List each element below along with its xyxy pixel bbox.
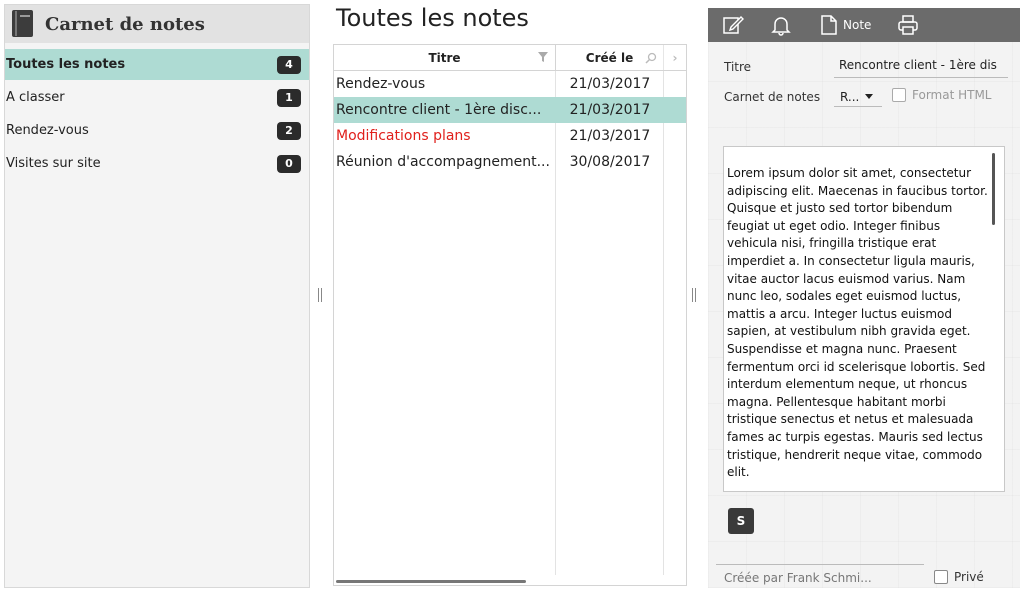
column-header-label: Créé le [585, 50, 634, 65]
cell-titre: Modifications plans [336, 128, 471, 144]
sidebar-item-label: Toutes les notes [6, 57, 126, 72]
footer-divider [716, 564, 924, 565]
search-icon[interactable] [645, 52, 657, 64]
cell-cree-le: 21/03/2017 [569, 128, 651, 144]
format-html-label: Format HTML [912, 88, 992, 102]
print-button[interactable] [897, 14, 919, 36]
sidebar-item-visites-sur-site[interactable]: Visites sur site 0 [5, 148, 309, 179]
table-body: Rendez-vous 21/03/2017 Rencontre client … [334, 71, 686, 175]
table-row[interactable]: Rendez-vous 21/03/2017 [334, 71, 686, 97]
count-badge: 2 [277, 121, 301, 140]
print-icon [898, 15, 919, 35]
cell-cree-le: 30/08/2017 [569, 154, 651, 170]
cell-titre: Rendez-vous [336, 76, 426, 92]
sidebar-splitter-handle[interactable] [318, 288, 322, 302]
column-header-label: Titre [428, 50, 461, 65]
note-icon [821, 15, 837, 35]
prive-option[interactable]: Privé [934, 570, 984, 584]
column-header-cree-le[interactable]: Créé le [556, 45, 664, 70]
cell-titre: Rencontre client - 1ère disc... [336, 102, 542, 118]
list-splitter-handle[interactable] [692, 288, 696, 302]
titre-label: Titre [724, 60, 752, 74]
count-badge: 1 [277, 88, 301, 107]
notification-button[interactable] [770, 14, 792, 36]
sidebar-item-label: Rendez-vous [6, 123, 89, 138]
format-html-option[interactable]: Format HTML [892, 88, 992, 102]
column-header-titre[interactable]: Titre [334, 45, 556, 70]
prive-label: Privé [954, 570, 984, 584]
carnet-de-notes-select[interactable]: R... [834, 87, 882, 107]
note-detail-pane: Note Titre Rencontre client - 1ère dis C… [708, 8, 1020, 588]
titre-input[interactable]: Rencontre client - 1ère dis [834, 58, 1008, 78]
count-badge: 0 [277, 154, 301, 173]
sidebar-item-label: A classer [6, 90, 65, 105]
horizontal-scrollbar[interactable] [336, 580, 526, 583]
new-note-button[interactable]: Note [818, 14, 871, 36]
page-title: Toutes les notes [336, 4, 529, 32]
toolbar: Note [708, 8, 1020, 42]
chevron-down-icon [865, 94, 874, 99]
notes-table: Titre Créé le › Rendez-vous 21/03/2017 R… [333, 44, 687, 586]
table-header: Titre Créé le › [334, 45, 686, 71]
s-button[interactable]: S [728, 508, 754, 534]
filter-icon[interactable] [537, 51, 549, 63]
table-row-selected[interactable]: Rencontre client - 1ère disc... 21/03/20… [334, 97, 686, 123]
carnet-select-value: R... [840, 89, 860, 104]
sidebar-item-label: Visites sur site [6, 156, 101, 171]
edit-button[interactable] [722, 14, 744, 36]
app-window: Carnet de notes Toutes les notes 4 A cla… [0, 0, 1024, 590]
book-icon [12, 10, 33, 37]
bell-icon [771, 17, 791, 36]
note-body-editor[interactable]: Lorem ipsum dolor sit amet, consectetur … [723, 146, 1005, 492]
table-row[interactable]: Réunion d'accompagnement... 30/08/2017 [334, 149, 686, 175]
cell-titre: Réunion d'accompagnement... [336, 154, 550, 170]
sidebar-list: Toutes les notes 4 A classer 1 Rendez-vo… [5, 49, 309, 179]
carnet-de-notes-label: Carnet de notes [724, 90, 821, 104]
note-body-text: Lorem ipsum dolor sit amet, consectetur … [727, 166, 988, 480]
prive-checkbox[interactable] [934, 570, 948, 584]
created-by-text: Créée par Frank Schmi... [724, 571, 872, 585]
vertical-scrollbar[interactable] [992, 153, 995, 225]
format-html-checkbox[interactable] [892, 88, 906, 102]
sidebar-item-rendez-vous[interactable]: Rendez-vous 2 [5, 115, 309, 146]
sidebar-title: Carnet de notes [45, 13, 205, 35]
note-button-label: Note [843, 18, 872, 32]
sidebar-item-a-classer[interactable]: A classer 1 [5, 82, 309, 113]
chevron-right-icon[interactable]: › [664, 45, 686, 70]
table-row[interactable]: Modifications plans 21/03/2017 [334, 123, 686, 149]
count-badge: 4 [277, 55, 301, 74]
sidebar-item-toutes-les-notes[interactable]: Toutes les notes 4 [5, 49, 309, 80]
sidebar-header: Carnet de notes [5, 5, 309, 43]
sidebar: Carnet de notes Toutes les notes 4 A cla… [4, 4, 310, 588]
cell-cree-le: 21/03/2017 [569, 102, 651, 118]
edit-icon [723, 16, 744, 34]
cell-cree-le: 21/03/2017 [569, 76, 651, 92]
